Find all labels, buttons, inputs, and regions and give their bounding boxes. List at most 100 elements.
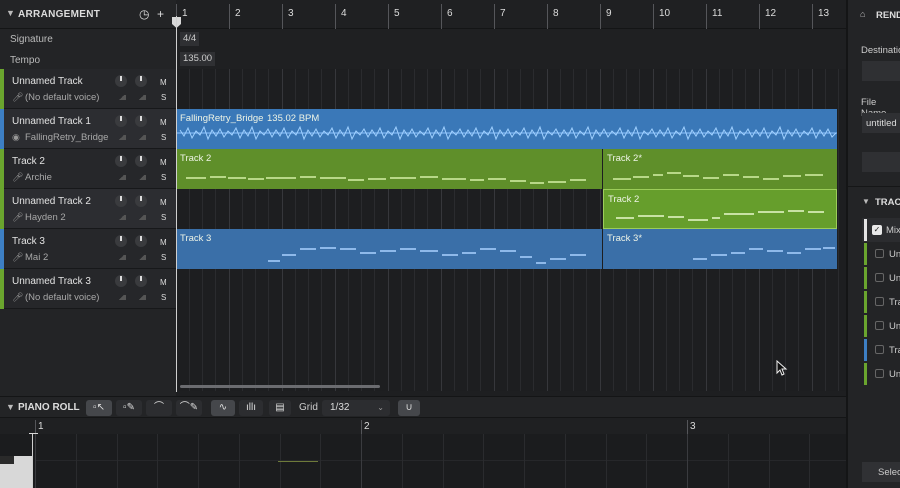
- track-header[interactable]: Unnamed Track 2 🎤︎ Hayden 2 M S: [0, 189, 176, 229]
- tempo-marker[interactable]: 135.00: [180, 52, 216, 66]
- track-name[interactable]: Track 3: [12, 236, 45, 247]
- track-voice[interactable]: Archie: [25, 172, 52, 183]
- collapse-arrangement-icon[interactable]: ▼: [6, 8, 15, 18]
- note-clip[interactable]: Track 2: [176, 149, 602, 189]
- track-header[interactable]: Track 3 🎤︎ Mai 2 M S: [0, 229, 176, 269]
- note-clip[interactable]: Track 2*: [603, 149, 837, 189]
- solo-button[interactable]: S: [161, 213, 166, 222]
- mute-button[interactable]: M: [160, 78, 167, 87]
- destination-input[interactable]: [862, 61, 900, 81]
- magnet-snap-icon[interactable]: ∪: [398, 400, 420, 416]
- track-voice[interactable]: (No default voice): [25, 292, 99, 303]
- gain-knob[interactable]: [115, 75, 127, 87]
- track-header[interactable]: Unnamed Track 3 🎤︎ (No default voice) M …: [0, 269, 176, 309]
- audio-wave-icon: ◉: [12, 132, 20, 142]
- filename-input[interactable]: untitled: [862, 113, 900, 133]
- level-meter: [117, 295, 126, 300]
- note-clip[interactable]: Track 2: [603, 189, 837, 229]
- track-voice[interactable]: Hayden 2: [25, 212, 66, 223]
- track-header[interactable]: Track 2 🎤︎ Archie M S: [0, 149, 176, 189]
- horizontal-scrollbar[interactable]: [180, 385, 380, 388]
- track-name[interactable]: Unnamed Track: [12, 76, 83, 87]
- mouse-cursor-icon: [776, 360, 788, 376]
- microphone-icon: 🎤︎: [12, 92, 24, 102]
- track-name[interactable]: Unnamed Track 2: [12, 196, 91, 207]
- render-item-label: Trac: [889, 297, 900, 308]
- filename-value: untitled: [866, 118, 897, 129]
- solo-button[interactable]: S: [161, 253, 166, 262]
- piano-roll-ruler[interactable]: 1 2 3: [0, 418, 846, 444]
- gain-knob[interactable]: [115, 235, 127, 247]
- gain-knob[interactable]: [115, 155, 127, 167]
- checkbox[interactable]: [875, 369, 884, 378]
- add-track-icon[interactable]: +: [157, 7, 164, 21]
- checkbox[interactable]: [875, 345, 884, 354]
- pan-knob[interactable]: [135, 275, 147, 287]
- collapse-tracks-icon[interactable]: ▼: [862, 197, 870, 206]
- piano-roll-header: ▼ PIANO ROLL ▫↖ ▫✎ ⌒ ⌒✎ ∿ ıllı ▤ Grid 1/…: [0, 396, 846, 418]
- mute-button[interactable]: M: [160, 198, 167, 207]
- mute-button[interactable]: M: [160, 278, 167, 287]
- track-name[interactable]: Unnamed Track 1: [12, 116, 91, 127]
- audio-clip[interactable]: FallingRetry_Bridge 135.02 BPM: [176, 109, 837, 149]
- clip-tempo: 135.02 BPM: [267, 113, 320, 124]
- pitch-curve-icon[interactable]: ∿: [211, 400, 235, 416]
- render-item-mix[interactable]: ✓ Mix: [862, 218, 900, 242]
- collapse-piano-roll-icon[interactable]: ▼: [6, 402, 15, 412]
- track-header[interactable]: Unnamed Track 1 ◉ FallingRetry_Bridge M …: [0, 109, 176, 149]
- meta-labels: Signature Tempo: [0, 29, 176, 69]
- render-title: REND: [876, 10, 900, 21]
- calendar-icon[interactable]: ▤: [269, 400, 291, 416]
- mute-button[interactable]: M: [160, 158, 167, 167]
- track-header[interactable]: Unnamed Track 🎤︎ (No default voice) M S: [0, 69, 176, 109]
- track-color-stripe: [0, 149, 4, 189]
- gain-knob[interactable]: [115, 195, 127, 207]
- clock-icon[interactable]: ◷: [139, 7, 149, 21]
- pan-knob[interactable]: [135, 115, 147, 127]
- solo-button[interactable]: S: [161, 173, 166, 182]
- playhead[interactable]: [176, 16, 177, 392]
- checkbox-checked-icon[interactable]: ✓: [872, 225, 882, 235]
- browse-button[interactable]: [862, 152, 900, 172]
- checkbox[interactable]: [875, 321, 884, 330]
- gain-knob[interactable]: [115, 275, 127, 287]
- solo-button[interactable]: S: [161, 293, 166, 302]
- piano-roll-canvas[interactable]: [0, 434, 846, 488]
- waveform-icon[interactable]: ıllı: [239, 400, 263, 416]
- checkbox[interactable]: [875, 273, 884, 282]
- playhead-marker-icon[interactable]: [172, 17, 182, 29]
- draw-tool-icon[interactable]: ▫✎: [116, 400, 142, 416]
- pan-knob[interactable]: [135, 195, 147, 207]
- track-voice[interactable]: Mai 2: [25, 252, 48, 263]
- pan-knob[interactable]: [135, 75, 147, 87]
- track-voice[interactable]: FallingRetry_Bridge: [25, 132, 108, 143]
- note-contour: [268, 247, 586, 264]
- pan-knob[interactable]: [135, 155, 147, 167]
- select-button[interactable]: Select: [862, 462, 900, 482]
- gain-knob[interactable]: [115, 115, 127, 127]
- select-tool-icon[interactable]: ▫↖: [86, 400, 112, 416]
- note-contour: [613, 172, 823, 180]
- track-name[interactable]: Track 2: [12, 156, 45, 167]
- level-meter: [137, 295, 146, 300]
- tempo-row: 135.00: [176, 49, 846, 69]
- grid-select[interactable]: 1/32 ⌄: [322, 400, 390, 416]
- mute-button[interactable]: M: [160, 118, 167, 127]
- note-clip[interactable]: Track 3*: [603, 229, 837, 269]
- track-name[interactable]: Unnamed Track 3: [12, 276, 91, 287]
- pan-knob[interactable]: [135, 235, 147, 247]
- render-item-label: Unn: [889, 369, 900, 380]
- note-clip[interactable]: Track 3: [176, 229, 602, 269]
- checkbox[interactable]: [875, 297, 884, 306]
- checkbox[interactable]: [875, 249, 884, 258]
- track-voice[interactable]: (No default voice): [25, 92, 99, 103]
- mute-button[interactable]: M: [160, 238, 167, 247]
- curve-tool-icon[interactable]: ⌒: [146, 400, 172, 416]
- signature-marker[interactable]: 4/4: [180, 32, 200, 46]
- solo-button[interactable]: S: [161, 133, 166, 142]
- arrangement-canvas[interactable]: FallingRetry_Bridge 135.02 BPM Track 2 T…: [176, 69, 846, 391]
- pitch-draw-tool-icon[interactable]: ⌒✎: [176, 400, 202, 416]
- solo-button[interactable]: S: [161, 93, 166, 102]
- microphone-icon: 🎤︎: [12, 252, 24, 262]
- arrangement-ruler[interactable]: 1 2 3 4 5 6 7 8 9 10 11 12 13: [172, 0, 846, 29]
